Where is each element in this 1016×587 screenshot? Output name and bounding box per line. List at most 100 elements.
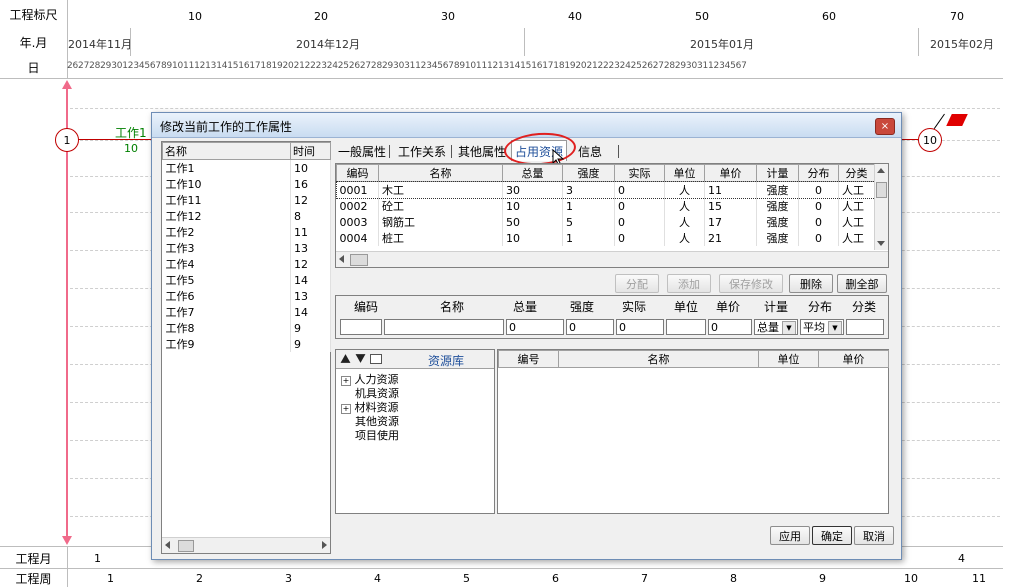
- work-duration: 16: [290, 176, 331, 192]
- work-list-row[interactable]: 工作5 14: [162, 272, 331, 288]
- flag-pole: [933, 113, 945, 130]
- resource-distribution: 0: [798, 214, 839, 230]
- resource-col-header[interactable]: 名称: [378, 164, 503, 182]
- resource-row[interactable]: 0004 桩工 10 1 0 人 21 强度 0 人工: [336, 230, 875, 246]
- edit-actual-input[interactable]: 0: [616, 319, 664, 335]
- resource-col-header[interactable]: 单价: [704, 164, 757, 182]
- edit-price-input[interactable]: 0: [708, 319, 752, 335]
- resource-row[interactable]: 0001 木工 30 3 0 人 11 强度 0 人工: [335, 180, 876, 199]
- work-list-header[interactable]: 时间: [290, 142, 331, 160]
- measure-selected: 总量: [757, 321, 779, 334]
- resource-intensity: 1: [562, 198, 615, 214]
- tab-separator: [389, 145, 390, 158]
- resource-col-header[interactable]: 强度: [562, 164, 615, 182]
- close-icon[interactable]: ×: [875, 118, 895, 135]
- scroll-thumb[interactable]: [350, 254, 368, 266]
- work-name: 工作12: [162, 208, 291, 224]
- scroll-right-icon[interactable]: [322, 541, 327, 549]
- work-list-scrollbar[interactable]: [162, 537, 330, 553]
- ruler-number: 70: [950, 10, 964, 23]
- delete-all-button[interactable]: 删全部: [837, 274, 887, 293]
- scroll-thumb[interactable]: [876, 182, 887, 198]
- work-list-row[interactable]: 工作10 16: [162, 176, 331, 192]
- library-col-header[interactable]: 编号: [498, 350, 559, 368]
- resource-col-header[interactable]: 分类: [838, 164, 875, 182]
- assign-button[interactable]: 分配: [615, 274, 659, 293]
- work-list-row[interactable]: 工作2 11: [162, 224, 331, 240]
- library-title: 资源库: [428, 354, 465, 368]
- scroll-left-icon[interactable]: [339, 255, 344, 263]
- cancel-button[interactable]: 取消: [854, 526, 894, 545]
- library-col-header[interactable]: 单位: [758, 350, 819, 368]
- work-properties-dialog: 修改当前工作的工作属性 × 名称 时间 工作1 10 工作10 16 工作11 12 …: [151, 112, 902, 560]
- work-list-header[interactable]: 名称: [162, 142, 291, 160]
- work-duration: 13: [290, 288, 331, 304]
- chevron-down-icon[interactable]: ▼: [782, 321, 796, 334]
- chevron-down-icon[interactable]: ▼: [828, 321, 842, 334]
- edit-category-input[interactable]: [846, 319, 884, 335]
- resource-row[interactable]: 0002 砼工 10 1 0 人 15 强度 0 人工: [336, 198, 875, 214]
- expand-plus-icon[interactable]: +: [341, 376, 351, 386]
- work-list-row[interactable]: 工作6 13: [162, 288, 331, 304]
- tab-other[interactable]: 其他属性: [455, 142, 509, 160]
- move-down-icon[interactable]: [355, 354, 366, 363]
- resource-col-header[interactable]: 实际: [614, 164, 665, 182]
- resource-col-header[interactable]: 编码: [336, 164, 379, 182]
- work-list-row[interactable]: 工作8 9: [162, 320, 331, 336]
- resource-col-header[interactable]: 单位: [664, 164, 705, 182]
- work-list-row[interactable]: 工作9 9: [162, 336, 331, 352]
- work-list-row[interactable]: 工作7 14: [162, 304, 331, 320]
- edit-intensity-input[interactable]: 0: [566, 319, 614, 335]
- edit-code-input[interactable]: [340, 319, 382, 335]
- work-list-row[interactable]: 工作3 13: [162, 240, 331, 256]
- work-list-row[interactable]: 工作12 8: [162, 208, 331, 224]
- expand-plus-icon[interactable]: +: [341, 404, 351, 414]
- tree-item-project-use[interactable]: 项目使用: [355, 427, 399, 443]
- work-name: 工作10: [162, 176, 291, 192]
- task-label[interactable]: 工作1: [115, 124, 147, 141]
- work-name: 工作3: [162, 240, 291, 256]
- move-up-icon[interactable]: [340, 354, 351, 363]
- work-duration: 10: [290, 159, 331, 176]
- scroll-up-icon[interactable]: [877, 168, 885, 173]
- start-node[interactable]: 1: [55, 128, 79, 152]
- resource-table-vscroll[interactable]: [874, 164, 888, 250]
- edit-distribution-select[interactable]: 平均 ▼: [800, 319, 844, 335]
- end-node[interactable]: 10: [918, 128, 942, 152]
- apply-button[interactable]: 应用: [770, 526, 810, 545]
- add-button[interactable]: 添加: [667, 274, 711, 293]
- resource-col-header[interactable]: 计量: [756, 164, 799, 182]
- resource-price: 15: [704, 198, 757, 214]
- edit-header: 分类: [852, 300, 877, 314]
- library-col-header[interactable]: 名称: [558, 350, 759, 368]
- edit-unit-input[interactable]: [666, 319, 706, 335]
- edit-name-input[interactable]: [384, 319, 504, 335]
- work-list-row[interactable]: 工作11 12: [162, 192, 331, 208]
- scroll-thumb[interactable]: [178, 540, 194, 552]
- project-week-label: 工程周: [0, 569, 68, 587]
- resource-unit: 人: [664, 230, 705, 246]
- tab-relations[interactable]: 工作关系: [395, 142, 449, 160]
- collapse-all-icon[interactable]: [370, 354, 382, 364]
- resource-col-header[interactable]: 总量: [502, 164, 563, 182]
- work-duration: 12: [290, 192, 331, 208]
- resource-total: 50: [502, 214, 563, 230]
- work-list-row[interactable]: 工作1 10: [162, 159, 331, 176]
- save-changes-button[interactable]: 保存修改: [719, 274, 783, 293]
- project-week-cell: 3: [285, 571, 292, 585]
- edit-measure-select[interactable]: 总量 ▼: [754, 319, 798, 335]
- edit-total-input[interactable]: 0: [506, 319, 564, 335]
- resource-col-header[interactable]: 分布: [798, 164, 839, 182]
- delete-button[interactable]: 删除: [789, 274, 833, 293]
- resource-actual: 0: [614, 214, 665, 230]
- work-list-row[interactable]: 工作4 12: [162, 256, 331, 272]
- resource-table-hscroll[interactable]: [336, 251, 888, 267]
- library-col-header[interactable]: 单价: [818, 350, 889, 368]
- month-label: 2014年12月: [296, 38, 360, 51]
- scroll-down-icon[interactable]: [877, 241, 885, 246]
- ok-button[interactable]: 确定: [812, 526, 852, 545]
- tab-general[interactable]: 一般属性: [335, 142, 389, 160]
- scroll-left-icon[interactable]: [165, 541, 170, 549]
- resource-row[interactable]: 0003 钢筋工 50 5 0 人 17 强度 0 人工: [336, 214, 875, 230]
- tab-info[interactable]: 信息: [575, 142, 605, 160]
